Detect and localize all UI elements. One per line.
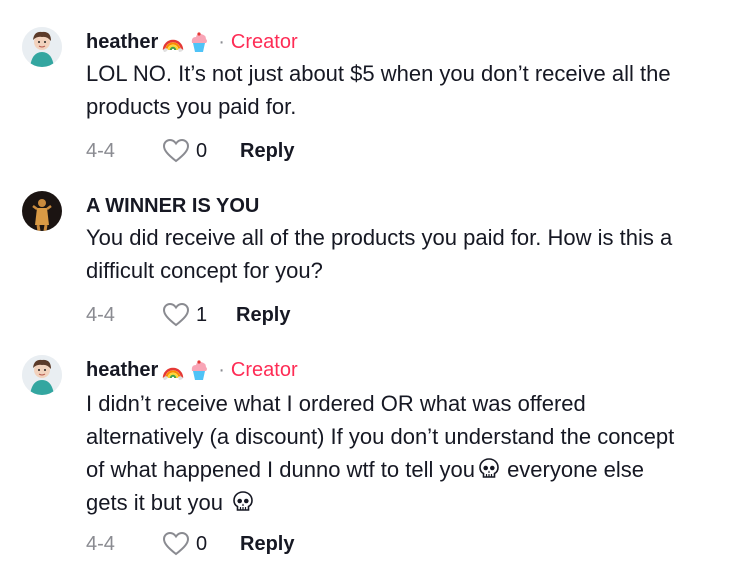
comment-date: 4-4: [86, 532, 115, 555]
comment-meta: 4-4 1 Reply: [86, 300, 290, 330]
creator-badge: Creator: [230, 358, 298, 381]
avatar[interactable]: [22, 27, 62, 67]
comment-date: 4-4: [86, 303, 115, 326]
creator-badge: Creator: [230, 30, 298, 53]
comment-text: You did receive all of the products you …: [86, 225, 673, 283]
comment-header: heather · Creator: [86, 357, 298, 383]
badge-separator: ·: [218, 358, 225, 381]
username[interactable]: heather: [86, 31, 158, 54]
heart-icon: [162, 531, 190, 556]
cupcake-emoji: [188, 31, 210, 53]
rainbow-emoji: [162, 359, 184, 381]
skull-emoji: [231, 490, 255, 514]
rainbow-emoji: [162, 31, 184, 53]
avatar[interactable]: [22, 191, 62, 231]
comment-header: heather · Creator: [86, 29, 298, 55]
avatar-image: [22, 27, 62, 67]
badge-separator: ·: [218, 30, 225, 53]
comment-meta: 4-4 0 Reply: [86, 136, 294, 166]
comment-text: I didn’t receive what I ordered OR what …: [86, 387, 676, 519]
reply-button[interactable]: Reply: [240, 533, 294, 556]
username[interactable]: A WINNER IS YOU: [86, 195, 259, 218]
avatar-image: [22, 191, 62, 231]
comment-header: A WINNER IS YOU: [86, 193, 259, 219]
username[interactable]: heather: [86, 359, 158, 382]
heart-icon: [162, 302, 190, 327]
reply-button[interactable]: Reply: [240, 140, 294, 163]
avatar-image: [22, 355, 62, 395]
skull-emoji: [477, 457, 501, 481]
like-button[interactable]: 0: [162, 138, 240, 164]
like-count: 1: [196, 303, 208, 326]
like-count: 0: [196, 139, 208, 162]
avatar[interactable]: [22, 355, 62, 395]
like-button[interactable]: 1: [162, 302, 236, 328]
cupcake-emoji: [188, 359, 210, 381]
heart-icon: [162, 138, 190, 163]
comment-text: LOL NO. It’s not just about $5 when you …: [86, 61, 671, 119]
comment-date: 4-4: [86, 139, 115, 162]
like-count: 0: [196, 532, 208, 555]
comment-meta: 4-4 0 Reply: [86, 529, 294, 559]
like-button[interactable]: 0: [162, 531, 240, 557]
reply-button[interactable]: Reply: [236, 304, 290, 327]
